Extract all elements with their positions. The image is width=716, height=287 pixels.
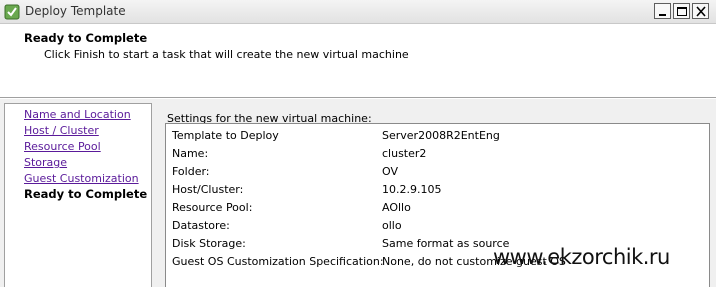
nav-step-guest-customization[interactable]: Guest Customization (24, 172, 139, 185)
minimize-icon (659, 14, 666, 16)
nav-step-storage[interactable]: Storage (24, 156, 67, 169)
summary-label-guest-os-spec: Guest OS Customization Specification: (172, 255, 384, 268)
title-bar: Deploy Template (0, 0, 716, 24)
summary-label-datastore: Datastore: (172, 219, 230, 232)
summary-value-template: Server2008R2EntEng (382, 129, 500, 142)
nav-step-ready-to-complete: Ready to Complete (24, 187, 148, 201)
nav-step-resource-pool[interactable]: Resource Pool (24, 140, 101, 153)
wizard-steps-nav: Name and Location Host / Cluster Resourc… (4, 103, 152, 287)
close-button[interactable] (692, 3, 709, 19)
maximize-icon (677, 7, 687, 16)
summary-label-disk-storage: Disk Storage: (172, 237, 246, 250)
summary-value-folder: OV (382, 165, 398, 178)
summary-label-resource-pool: Resource Pool: (172, 201, 253, 214)
summary-value-host-cluster: 10.2.9.105 (382, 183, 442, 196)
page-title: Ready to Complete (24, 31, 148, 45)
maximize-button[interactable] (673, 3, 690, 19)
wizard-header: Ready to Complete Click Finish to start … (0, 25, 716, 97)
summary-label-host-cluster: Host/Cluster: (172, 183, 244, 196)
nav-step-host-cluster[interactable]: Host / Cluster (24, 124, 99, 137)
close-icon (696, 6, 706, 17)
minimize-button[interactable] (654, 3, 671, 19)
site-watermark: www.ekzorchik.ru (493, 245, 670, 269)
summary-value-datastore: ollo (382, 219, 402, 232)
page-subtitle: Click Finish to start a task that will c… (44, 48, 409, 61)
summary-value-name: cluster2 (382, 147, 427, 160)
window-title: Deploy Template (25, 4, 126, 18)
summary-label-name: Name: (172, 147, 209, 160)
summary-label-template: Template to Deploy (172, 129, 279, 142)
summary-value-resource-pool: AOllo (382, 201, 411, 214)
vsphere-template-icon (4, 4, 20, 20)
nav-step-name-and-location[interactable]: Name and Location (24, 108, 131, 121)
summary-value-disk-storage: Same format as source (382, 237, 510, 250)
summary-label-folder: Folder: (172, 165, 210, 178)
